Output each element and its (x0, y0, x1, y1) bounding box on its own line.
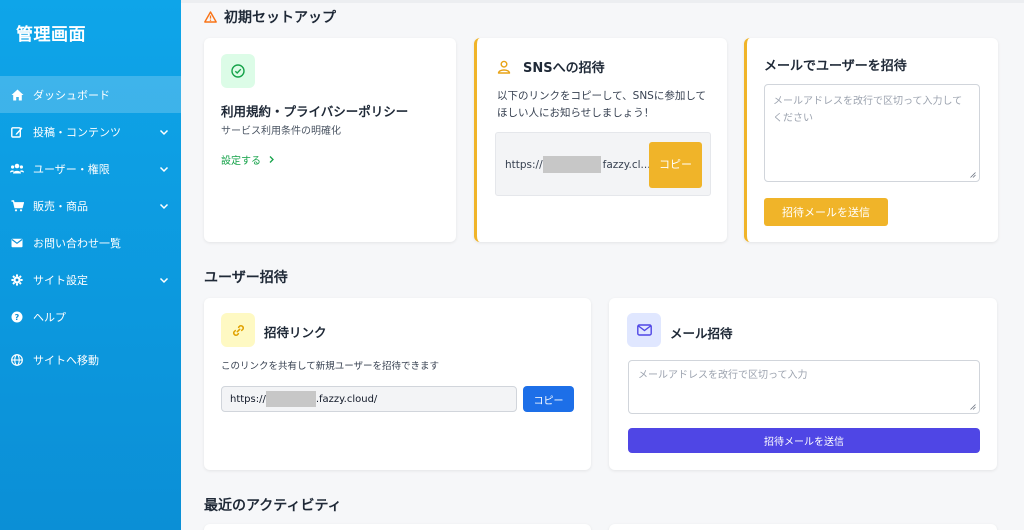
gear-icon (10, 273, 24, 287)
sns-title: SNSへの招待 (523, 61, 605, 76)
svg-text:?: ? (15, 313, 20, 322)
sidebar-item-label: 販売・商品 (33, 199, 88, 213)
sns-copy-button[interactable]: コピー (649, 142, 702, 188)
sns-invite-card: SNSへの招待 以下のリンクをコピーして、SNSに参加してほしい人にお知らせしま… (474, 38, 727, 242)
envelope-icon (627, 313, 661, 347)
mail-invite-card-2: メール招待 メールアドレスを改行で区切って入力 招待メールを送信 (609, 298, 997, 470)
top-border (181, 0, 1024, 3)
activity-card (204, 524, 591, 530)
recent-activity-heading: 最近のアクティビティ (204, 498, 342, 514)
link-icon (221, 313, 255, 347)
resize-handle-icon[interactable] (970, 172, 976, 178)
globe-icon (10, 353, 24, 367)
user-icon (497, 60, 511, 74)
chevron-down-icon (159, 277, 169, 283)
terms-setup-link-label: 設定する (221, 156, 261, 167)
sidebar-item-label: ユーザー・権限 (33, 162, 110, 176)
sns-link-box: https:// fazzy.cl... コピー (495, 132, 711, 196)
mail-invite-input[interactable]: メールアドレスを改行で区切って入力 (628, 360, 980, 414)
chevron-down-icon (159, 129, 169, 135)
send-invite-mail-button[interactable]: 招待メールを送信 (764, 198, 888, 226)
sidebar-item-label: ヘルプ (33, 310, 66, 324)
terms-setup-link[interactable]: 設定する (221, 152, 276, 167)
home-icon (10, 88, 24, 102)
resize-handle-icon[interactable] (970, 404, 976, 410)
app-title: 管理画面 (16, 25, 86, 45)
invite-url-prefix: https:// (230, 393, 266, 405)
sns-url-prefix: https:// (505, 158, 543, 171)
chevron-right-icon (269, 156, 274, 163)
setup-heading: 初期セットアップ (204, 7, 336, 27)
terms-card: 利用規約・プライバシーポリシー サービス利用条件の明確化 設定する (204, 38, 456, 242)
edit-icon (10, 125, 24, 139)
question-circle-icon: ? (10, 310, 24, 324)
mail-invite-placeholder: メールアドレスを改行で区切って入力してください (773, 96, 963, 124)
sidebar-item-sales[interactable]: 販売・商品 (0, 187, 181, 224)
sidebar-nav: ダッシュボード 投稿・コンテンツ ユーザー・権限 販売・商品 お問い合わせ一覧 … (0, 76, 181, 378)
sidebar-item-help[interactable]: ? ヘルプ (0, 298, 181, 335)
check-circle-icon (221, 54, 255, 88)
sns-url-suffix: fazzy.cl... (602, 158, 651, 171)
sidebar-item-posts[interactable]: 投稿・コンテンツ (0, 113, 181, 150)
sidebar: 管理画面 ダッシュボード 投稿・コンテンツ ユーザー・権限 販売・商品 お問い合… (0, 0, 181, 530)
cart-icon (10, 199, 24, 213)
mail-invite-textarea[interactable]: メールアドレスを改行で区切って入力してください (764, 84, 980, 182)
redacted-block (265, 391, 316, 407)
sidebar-item-label: ダッシュボード (33, 88, 110, 102)
setup-title: 初期セットアップ (224, 10, 336, 26)
mail-invite-card: メールでユーザーを招待 メールアドレスを改行で区切って入力してください 招待メー… (744, 38, 998, 242)
invite-link-url-field[interactable]: https:// .fazzy.cloud/ (221, 386, 517, 412)
sidebar-item-site-settings[interactable]: サイト設定 (0, 261, 181, 298)
invite-link-copy-button[interactable]: コピー (523, 386, 574, 412)
invite-url-suffix: .fazzy.cloud/ (315, 393, 378, 405)
users-icon (10, 162, 24, 176)
sidebar-item-users[interactable]: ユーザー・権限 (0, 150, 181, 187)
sns-link-url[interactable]: https:// fazzy.cl... (505, 156, 651, 173)
chevron-down-icon (159, 166, 169, 172)
send-mail-invite-button[interactable]: 招待メールを送信 (628, 428, 980, 453)
mail-invite-input-placeholder: メールアドレスを改行で区切って入力 (638, 370, 808, 381)
invite-link-card: 招待リンク このリンクを共有して新規ユーザーを招待できます https:// .… (204, 298, 591, 470)
activity-card (609, 524, 997, 530)
main-content: 初期セットアップ 利用規約・プライバシーポリシー サービス利用条件の明確化 設定… (181, 0, 1024, 530)
sidebar-item-label: サイトへ移動 (33, 353, 99, 367)
sidebar-item-dashboard[interactable]: ダッシュボード (0, 76, 181, 113)
mail-invite-title: メールでユーザーを招待 (764, 59, 907, 74)
sidebar-item-inquiries[interactable]: お問い合わせ一覧 (0, 224, 181, 261)
invite-link-title: 招待リンク (264, 325, 327, 340)
warning-icon (204, 11, 217, 23)
sns-description: 以下のリンクをコピーして、SNSに参加してほしい人にお知らせしましょう！ (497, 90, 707, 119)
sidebar-item-label: サイト設定 (33, 273, 88, 287)
sns-header: SNSへの招待 (497, 57, 605, 76)
envelope-icon (10, 236, 24, 250)
sidebar-item-label: お問い合わせ一覧 (33, 236, 121, 250)
sidebar-item-visit-site[interactable]: サイトへ移動 (0, 341, 181, 378)
sidebar-item-label: 投稿・コンテンツ (33, 125, 121, 139)
redacted-block (542, 156, 601, 173)
invite-link-description: このリンクを共有して新規ユーザーを招待できます (221, 361, 440, 372)
mail-invite-card-title: メール招待 (670, 326, 733, 341)
terms-title: 利用規約・プライバシーポリシー (221, 104, 409, 119)
user-invite-heading: ユーザー招待 (204, 270, 288, 286)
terms-description: サービス利用条件の明確化 (221, 126, 341, 137)
chevron-down-icon (159, 203, 169, 209)
